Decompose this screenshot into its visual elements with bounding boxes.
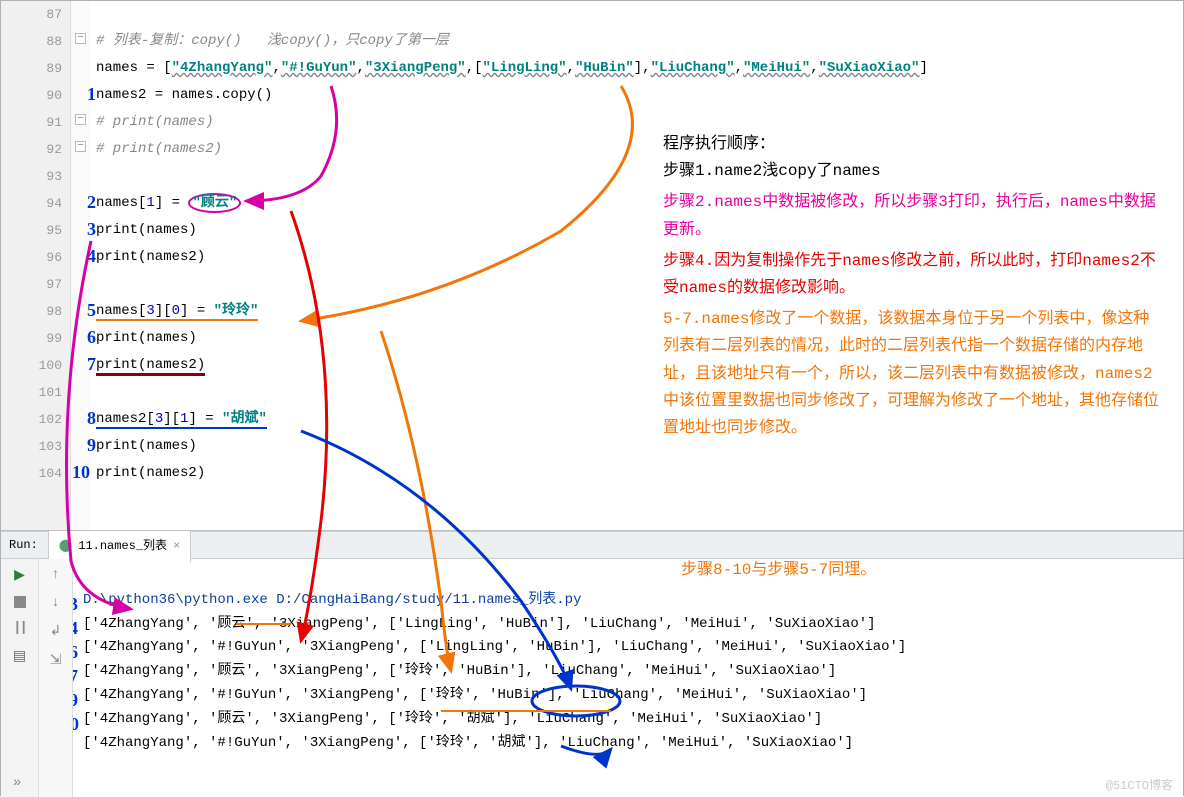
run-tab[interactable]: ⬤ 11.names_列表 ×: [48, 529, 191, 562]
code-line: print(names2): [96, 465, 205, 481]
output-line: ['4ZhangYang', '顾云', '3XiangPeng', ['玲玲'…: [83, 663, 836, 679]
run-header: Run: ⬤ 11.names_列表 ×: [1, 531, 1183, 559]
fold-mark-icon[interactable]: −: [75, 141, 86, 152]
run-panel: ▶ || ▤ ↑ ↓ ↲ ⇲ D:\python36\python.exe D:…: [1, 559, 1183, 797]
stop-icon[interactable]: [14, 596, 26, 608]
step-marker: 3: [76, 219, 96, 240]
export-icon[interactable]: ⇲: [50, 652, 62, 669]
step-marker: 8: [76, 408, 96, 429]
line-gutter: 878889 909192 939495 969798 99100101 102…: [1, 1, 71, 530]
comment: # 列表-复制：copy() 浅copy()，只copy了第一层: [96, 33, 449, 49]
step-marker: 4: [76, 246, 96, 267]
code-line: print(names): [96, 330, 197, 346]
step-marker: 9: [76, 435, 96, 456]
python-icon: ⬤: [59, 532, 72, 560]
code-line: print(names): [96, 222, 197, 238]
run-icon[interactable]: ▶: [14, 567, 25, 584]
comment: # print(names): [96, 114, 214, 130]
step-marker: 7: [76, 354, 96, 375]
code-line: names2 = names.copy(): [96, 87, 272, 103]
wrap-icon[interactable]: ↲: [50, 623, 62, 640]
layout-icon[interactable]: ▤: [13, 648, 26, 665]
watermark: @51CTO博客: [1106, 776, 1173, 793]
expand-icon[interactable]: »: [13, 775, 21, 791]
output-line: ['4ZhangYang', '#!GuYun', '3XiangPeng', …: [83, 639, 906, 655]
code-line: print(names): [96, 438, 197, 454]
step-marker: 6: [76, 327, 96, 348]
run-toolbar-nav: ↑ ↓ ↲ ⇲: [39, 559, 73, 797]
run-toolbar-left: ▶ || ▤: [1, 559, 39, 797]
step-marker: 2: [76, 192, 96, 213]
run-label: Run:: [9, 531, 38, 559]
annotation-notes: 程序执行顺序： 步骤1.name2浅copy了names 步骤2.names中数…: [663, 131, 1163, 442]
output-step-marker: 10: [73, 709, 79, 740]
down-arrow-icon[interactable]: ↓: [51, 595, 59, 611]
close-icon[interactable]: ×: [173, 532, 180, 560]
code-line: print(names2): [96, 357, 205, 376]
up-arrow-icon[interactable]: ↑: [51, 567, 59, 583]
step-marker: 10: [70, 462, 90, 483]
step-marker: 5: [76, 300, 96, 321]
output-line: ['4ZhangYang', '#!GuYun', '3XiangPeng', …: [83, 687, 867, 703]
output-line: ['4ZhangYang', '顾云', '3XiangPeng', ['玲玲'…: [83, 711, 822, 727]
fold-mark-icon[interactable]: −: [75, 114, 86, 125]
console-output[interactable]: D:\python36\python.exe D:/CangHaiBang/st…: [73, 559, 1183, 797]
exec-path: D:\python36\python.exe D:/CangHaiBang/st…: [83, 592, 581, 608]
output-line: ['4ZhangYang', '顾云', '3XiangPeng', ['Lin…: [83, 616, 876, 632]
pause-icon[interactable]: ||: [13, 620, 26, 636]
comment: # print(names2): [96, 141, 222, 157]
fold-mark-icon[interactable]: −: [75, 33, 86, 44]
code-editor[interactable]: 878889 909192 939495 969798 99100101 102…: [1, 1, 1183, 531]
step-marker: 1: [76, 84, 96, 105]
output-line: ['4ZhangYang', '#!GuYun', '3XiangPeng', …: [83, 735, 853, 751]
code-line: print(names2): [96, 249, 205, 265]
